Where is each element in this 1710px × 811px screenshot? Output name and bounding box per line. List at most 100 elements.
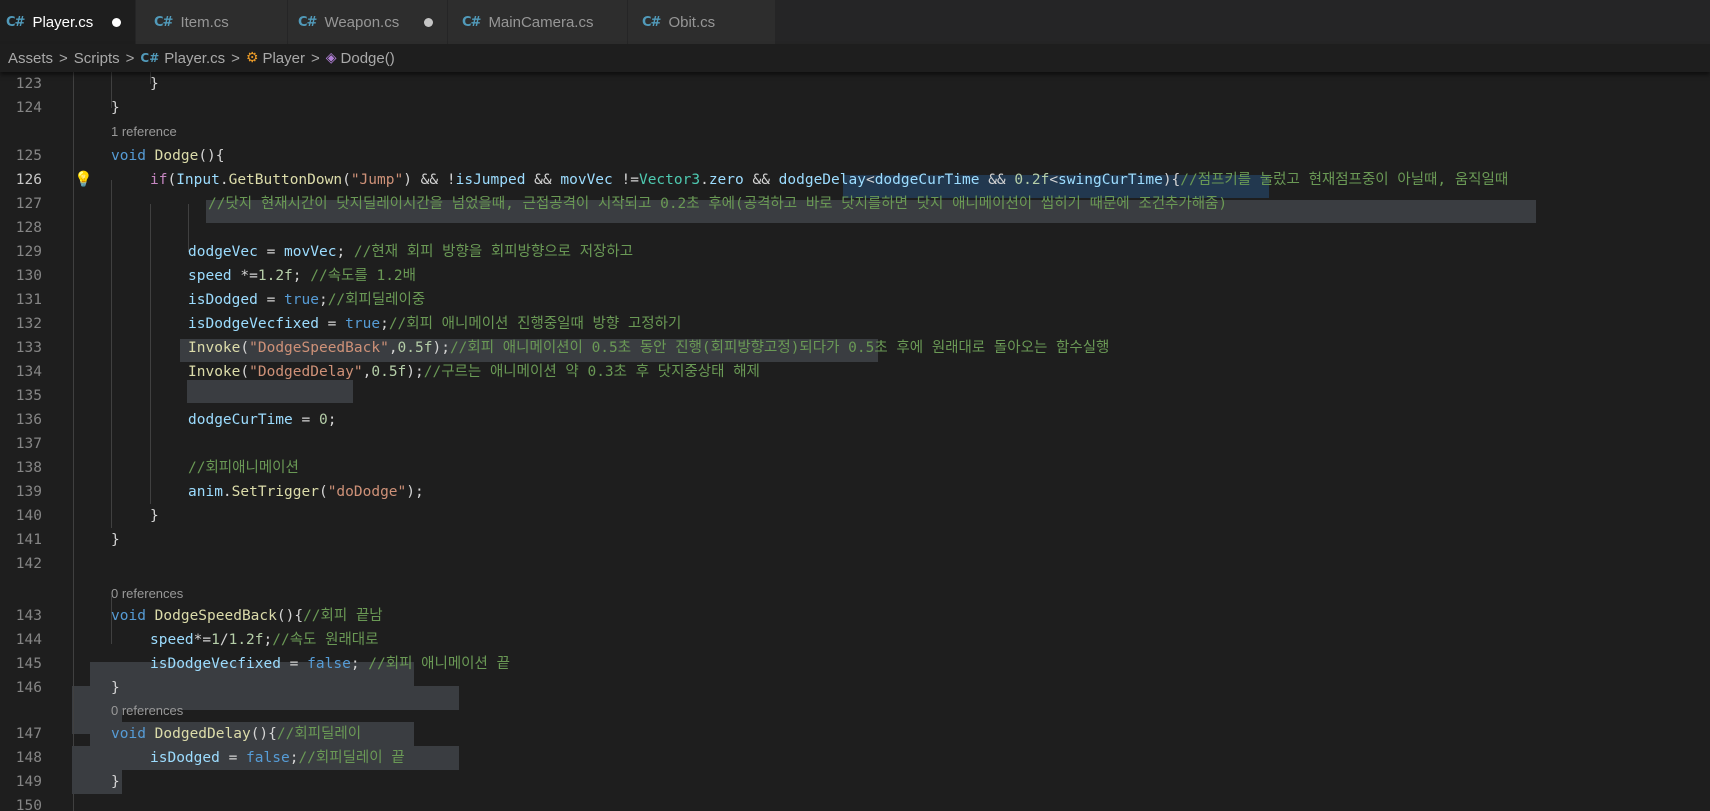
selection-highlight <box>72 710 122 734</box>
code-line[interactable]: 141 } <box>0 528 1710 552</box>
unsaved-dot-icon[interactable] <box>424 18 433 27</box>
line-number: 144 <box>15 632 42 648</box>
line-number: 136 <box>15 412 42 428</box>
csharp-file-icon: C# <box>642 14 661 30</box>
line-number: 146 <box>15 680 42 696</box>
code-text: isDodged = true;//회피딜레이중 <box>188 292 426 308</box>
csharp-file-icon: C# <box>154 14 173 30</box>
code-line[interactable]: 138 //회피애니메이션 <box>0 456 1710 480</box>
tab-label: Weapon.cs <box>324 13 400 31</box>
unsaved-dot-icon[interactable] <box>112 18 121 27</box>
breadcrumb-file[interactable]: Player.cs <box>164 50 225 67</box>
breadcrumb-class[interactable]: Player <box>262 50 305 67</box>
code-line[interactable]: 139 anim.SetTrigger("doDodge"); <box>0 480 1710 504</box>
code-line[interactable]: 127 //닷지 현재시간이 닷지딜레이시간을 넘었을때, 근접공격이 시작되고… <box>0 192 1710 216</box>
chevron-right-icon: > <box>310 49 320 67</box>
code-line[interactable]: 136 dodgeCurTime = 0; <box>0 408 1710 432</box>
code-text: //회피애니메이션 <box>188 460 299 476</box>
tab-item-cs[interactable]: C# Item.cs <box>136 0 288 44</box>
line-number: 142 <box>15 556 42 572</box>
code-line[interactable]: 132 isDodgeVecfixed = true;//회피 애니메이션 진행… <box>0 312 1710 336</box>
tab-label: Player.cs <box>32 13 94 31</box>
code-text: } <box>111 680 120 696</box>
code-line[interactable]: 130 speed *=1.2f; //속도를 1.2배 <box>0 264 1710 288</box>
tab-label: Item.cs <box>180 13 229 31</box>
line-number: 135 <box>15 388 42 404</box>
line-number: 124 <box>15 100 42 116</box>
csharp-file-icon: C# <box>462 14 481 30</box>
breadcrumb-method[interactable]: Dodge() <box>341 50 395 67</box>
code-line[interactable]: 133 Invoke("DodgeSpeedBack",0.5f);//회피 애… <box>0 336 1710 360</box>
code-text: } <box>111 532 120 548</box>
csharp-file-icon: C# <box>140 51 160 65</box>
breadcrumb-folder-scripts[interactable]: Scripts <box>74 50 120 67</box>
line-number: 126 <box>15 172 42 188</box>
code-text: dodgeVec = movVec; //현재 회피 방향을 회피방향으로 저장… <box>188 244 634 260</box>
tab-weapon-cs[interactable]: C# Weapon.cs <box>288 0 448 44</box>
code-line[interactable]: 135 <box>0 384 1710 408</box>
tab-player-cs[interactable]: C# Player.cs <box>0 0 136 44</box>
code-text: } <box>150 76 159 92</box>
code-text: } <box>111 100 120 116</box>
code-text: //닷지 현재시간이 닷지딜레이시간을 넘었을때, 근접공격이 시작되고 0.2… <box>208 196 1228 212</box>
tab-label: MainCamera.cs <box>488 13 594 31</box>
breadcrumb-folder-assets[interactable]: Assets <box>8 50 53 67</box>
line-number: 132 <box>15 316 42 332</box>
code-text: isDodgeVecfixed = false; //회피 애니메이션 끝 <box>150 656 510 672</box>
line-number: 138 <box>15 460 42 476</box>
code-text: if(Input.GetButtonDown("Jump") && !isJum… <box>150 172 1509 188</box>
code-line[interactable]: 140 } <box>0 504 1710 528</box>
line-number: 141 <box>15 532 42 548</box>
code-text: speed*=1/1.2f;//속도 원래대로 <box>150 632 379 648</box>
codelens-references[interactable]: 0 references <box>111 584 183 604</box>
line-number: 133 <box>15 340 42 356</box>
code-text: anim.SetTrigger("doDodge"); <box>188 484 424 500</box>
class-icon: ⚙ <box>245 50 259 66</box>
code-line[interactable]: 131 isDodged = true;//회피딜레이중 <box>0 288 1710 312</box>
tab-maincamera-cs[interactable]: C# MainCamera.cs <box>448 0 628 44</box>
code-text: Invoke("DodgedDelay",0.5f);//구르는 애니메이션 약… <box>188 364 760 380</box>
code-line[interactable]: 124 } <box>0 96 1710 120</box>
line-number: 127 <box>15 196 42 212</box>
line-number: 140 <box>15 508 42 524</box>
csharp-file-icon: C# <box>6 14 25 30</box>
code-line[interactable]: 123 } <box>0 72 1710 96</box>
code-line[interactable]: 145 isDodgeVecfixed = false; //회피 애니메이션 … <box>0 652 1710 676</box>
code-text: dodgeCurTime = 0; <box>188 412 337 428</box>
chevron-right-icon: > <box>231 49 240 67</box>
code-line[interactable]: 142 <box>0 552 1710 576</box>
code-text: void DodgeSpeedBack(){//회피 끝남 <box>111 608 383 624</box>
code-line[interactable]: 128 <box>0 216 1710 240</box>
code-line[interactable]: 144 speed*=1/1.2f;//속도 원래대로 <box>0 628 1710 652</box>
line-number: 131 <box>15 292 42 308</box>
code-line[interactable]: 143 void DodgeSpeedBack(){//회피 끝남 <box>0 604 1710 628</box>
code-text: speed *=1.2f; //속도를 1.2배 <box>188 268 416 284</box>
line-number: 139 <box>15 484 42 500</box>
code-editor[interactable]: 122 anim.SetTrigger("doJump"); 123 } 124… <box>0 60 1710 811</box>
line-number: 125 <box>15 148 42 164</box>
line-number: 123 <box>15 76 42 92</box>
code-line[interactable]: 146 } <box>0 676 1710 700</box>
codelens-references[interactable]: 1 reference <box>111 122 177 142</box>
code-line[interactable]: 129 dodgeVec = movVec; //현재 회피 방향을 회피방향으… <box>0 240 1710 264</box>
code-line-current[interactable]: 126 💡 if(Input.GetButtonDown("Jump") && … <box>0 168 1710 192</box>
vertical-scrollbar[interactable] <box>1696 72 1710 811</box>
line-number: 134 <box>15 364 42 380</box>
chevron-right-icon: > <box>125 49 135 67</box>
code-text: isDodgeVecfixed = true;//회피 애니메이션 진행중일때 … <box>188 316 682 332</box>
method-cube-icon: ◈ <box>325 50 337 66</box>
line-number: 137 <box>15 436 42 452</box>
code-line[interactable]: 125 void Dodge(){ <box>0 144 1710 168</box>
breadcrumb: Assets > Scripts > C# Player.cs > ⚙ Play… <box>0 44 1710 72</box>
code-line[interactable]: 134 Invoke("DodgedDelay",0.5f);//구르는 애니메… <box>0 360 1710 384</box>
line-number: 128 <box>15 220 42 236</box>
code-text: void Dodge(){ <box>111 148 225 164</box>
line-number: 143 <box>15 608 42 624</box>
tab-label: Obit.cs <box>668 13 716 31</box>
line-number: 145 <box>15 656 42 672</box>
lightbulb-icon[interactable]: 💡 <box>74 171 93 189</box>
csharp-file-icon: C# <box>298 14 317 30</box>
code-text: Invoke("DodgeSpeedBack",0.5f);//회피 애니메이션… <box>188 340 1110 356</box>
tab-obit-cs[interactable]: C# Obit.cs <box>628 0 776 44</box>
code-line[interactable]: 137 <box>0 432 1710 456</box>
